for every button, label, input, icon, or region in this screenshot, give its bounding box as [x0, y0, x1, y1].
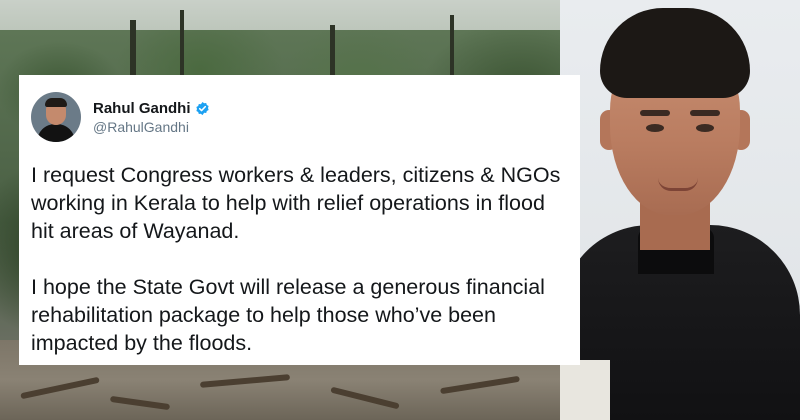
display-name[interactable]: Rahul Gandhi	[93, 100, 191, 117]
avatar-body	[37, 124, 75, 142]
tweet-card: Rahul Gandhi @RahulGandhi I request Cong…	[19, 75, 580, 365]
tweet-paragraph: I request Congress workers & leaders, ci…	[31, 163, 561, 243]
avatar[interactable]	[31, 92, 81, 142]
eye	[696, 124, 714, 132]
portrait-photo	[560, 0, 800, 420]
eye	[646, 124, 664, 132]
author-info: Rahul Gandhi @RahulGandhi	[93, 100, 210, 135]
eyebrow	[690, 110, 720, 116]
avatar-hair	[45, 98, 67, 107]
tweet-text: I request Congress workers & leaders, ci…	[31, 161, 566, 357]
eyebrow	[640, 110, 670, 116]
tweet-paragraph: I hope the State Govt will release a gen…	[31, 275, 545, 355]
handle[interactable]: @RahulGandhi	[93, 119, 210, 135]
tweet-header: Rahul Gandhi @RahulGandhi	[31, 87, 566, 147]
name-row: Rahul Gandhi	[93, 100, 210, 117]
white-kurta	[560, 360, 610, 420]
verified-badge-icon	[195, 101, 209, 115]
